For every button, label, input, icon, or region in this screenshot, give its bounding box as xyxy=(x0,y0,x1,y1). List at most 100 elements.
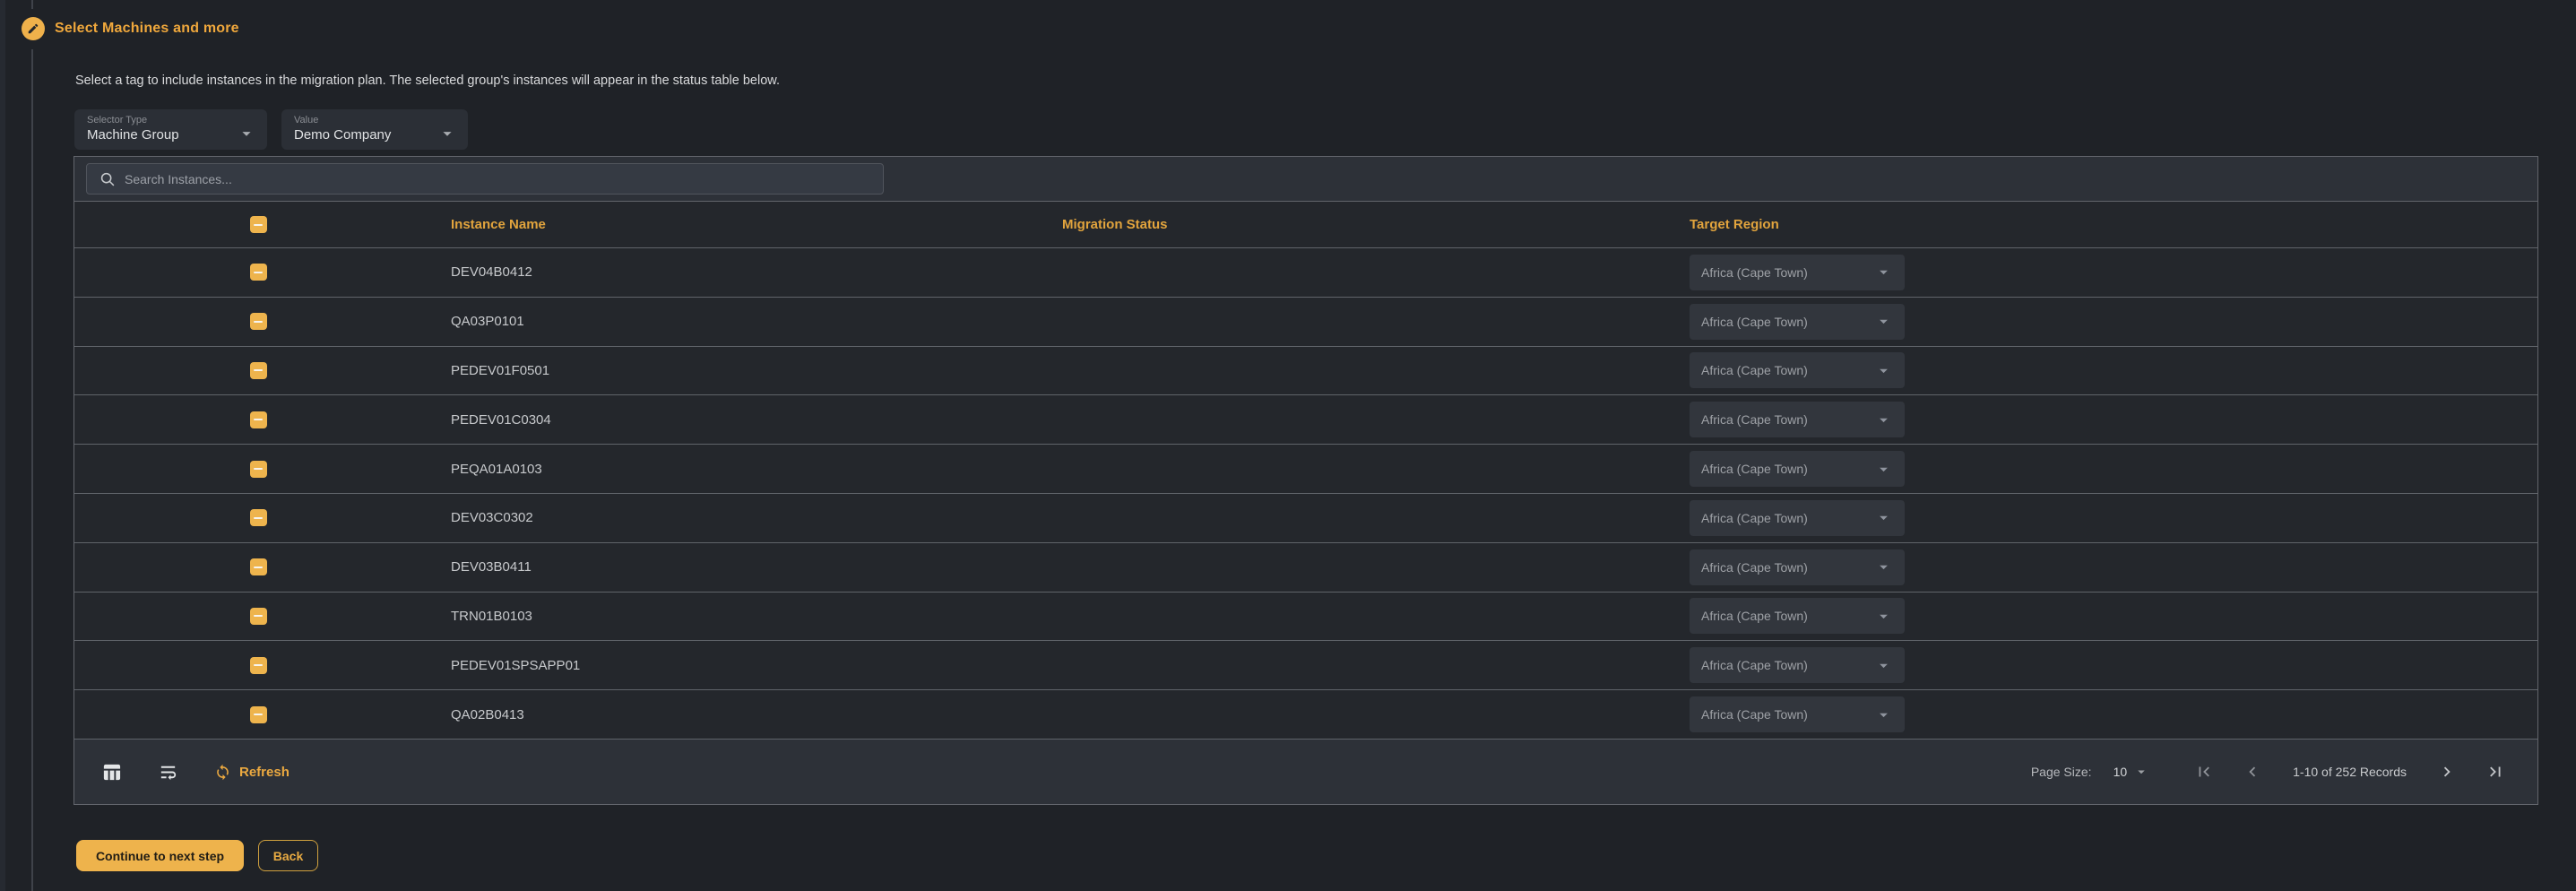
wrap-text-button[interactable] xyxy=(158,762,178,783)
target-region-select[interactable]: Africa (Cape Town) xyxy=(1690,549,1905,585)
grid-body: DEV04B0412 Africa (Cape Town) QA03P0101 … xyxy=(74,248,2537,740)
row-checkbox[interactable] xyxy=(250,264,267,281)
search-input[interactable] xyxy=(116,172,883,186)
instance-name-cell: DEV03C0302 xyxy=(442,510,1053,525)
page-size-select[interactable]: 10 xyxy=(2114,764,2150,780)
table-row: DEV04B0412 Africa (Cape Town) xyxy=(74,248,2537,298)
column-header-target-region[interactable]: Target Region xyxy=(1681,217,2537,232)
instance-name-cell: DEV04B0412 xyxy=(442,264,1053,280)
indeterminate-dash-icon xyxy=(254,419,263,420)
search-box xyxy=(86,163,884,195)
instance-name-cell: PEDEV01C0304 xyxy=(442,412,1053,428)
select-all-checkbox[interactable] xyxy=(250,216,267,233)
row-checkbox[interactable] xyxy=(250,313,267,330)
continue-button[interactable]: Continue to next step xyxy=(76,840,244,871)
pencil-icon xyxy=(27,22,39,35)
row-checkbox[interactable] xyxy=(250,608,267,625)
instance-name-cell: QA02B0413 xyxy=(442,707,1053,722)
indeterminate-dash-icon xyxy=(254,224,263,226)
target-region-select[interactable]: Africa (Cape Town) xyxy=(1690,402,1905,437)
table-row: QA03P0101 Africa (Cape Town) xyxy=(74,298,2537,347)
target-region-select[interactable]: Africa (Cape Town) xyxy=(1690,304,1905,340)
instance-name-cell: PEDEV01SPSAPP01 xyxy=(442,658,1053,673)
row-checkbox[interactable] xyxy=(250,657,267,674)
row-checkbox[interactable] xyxy=(250,706,267,723)
wrap-text-icon xyxy=(158,762,178,783)
target-region-select[interactable]: Africa (Cape Town) xyxy=(1690,647,1905,683)
instance-name-cell: DEV03B0411 xyxy=(442,559,1053,575)
target-region-select[interactable]: Africa (Cape Town) xyxy=(1690,598,1905,634)
target-region-select[interactable]: Africa (Cape Town) xyxy=(1690,255,1905,290)
indeterminate-dash-icon xyxy=(254,272,263,273)
target-region-value: Africa (Cape Town) xyxy=(1701,265,1874,280)
target-region-select[interactable]: Africa (Cape Town) xyxy=(1690,352,1905,388)
indeterminate-dash-icon xyxy=(254,468,263,470)
selector-type-value: Machine Group xyxy=(87,127,255,143)
grid-search-toolbar xyxy=(74,157,2537,202)
row-checkbox[interactable] xyxy=(250,362,267,379)
chevron-down-icon xyxy=(1874,411,1893,429)
previous-page-button[interactable] xyxy=(2243,762,2262,782)
grid-footer-right: Page Size: 10 1-10 of 252 Records xyxy=(2031,762,2505,782)
instance-name-cell: PEQA01A0103 xyxy=(442,462,1053,477)
column-header-instance-name[interactable]: Instance Name xyxy=(442,217,1053,232)
refresh-icon xyxy=(214,764,231,781)
grid-header-row: Instance Name Migration Status Target Re… xyxy=(74,202,2537,248)
last-page-icon xyxy=(2485,762,2505,782)
table-row: QA02B0413 Africa (Cape Town) xyxy=(74,690,2537,740)
target-region-value: Africa (Cape Town) xyxy=(1701,462,1874,476)
chevron-down-icon xyxy=(437,124,457,143)
selector-type-label: Selector Type xyxy=(87,115,255,125)
table-row: DEV03C0302 Africa (Cape Town) xyxy=(74,494,2537,543)
target-region-select[interactable]: Africa (Cape Town) xyxy=(1690,696,1905,732)
value-value: Demo Company xyxy=(294,127,455,143)
chevron-down-icon xyxy=(1874,508,1893,527)
target-region-value: Africa (Cape Town) xyxy=(1701,560,1874,575)
row-checkbox[interactable] xyxy=(250,411,267,428)
chevron-down-icon xyxy=(1874,263,1893,281)
next-page-button[interactable] xyxy=(2437,762,2457,782)
last-page-button[interactable] xyxy=(2485,762,2505,782)
row-checkbox[interactable] xyxy=(250,558,267,575)
chevron-down-icon xyxy=(1874,361,1893,380)
refresh-button[interactable]: Refresh xyxy=(214,764,290,781)
row-checkbox[interactable] xyxy=(250,509,267,526)
table-row: DEV03B0411 Africa (Cape Town) xyxy=(74,543,2537,593)
chevron-right-icon xyxy=(2437,762,2457,782)
chevron-down-icon xyxy=(1874,558,1893,576)
indeterminate-dash-icon xyxy=(254,615,263,617)
table-row: PEDEV01F0501 Africa (Cape Town) xyxy=(74,347,2537,396)
indeterminate-dash-icon xyxy=(254,714,263,715)
target-region-value: Africa (Cape Town) xyxy=(1701,315,1874,329)
table-row: PEQA01A0103 Africa (Cape Town) xyxy=(74,445,2537,494)
row-checkbox[interactable] xyxy=(250,461,267,478)
step-edit-badge xyxy=(22,17,45,40)
instance-name-cell: PEDEV01F0501 xyxy=(442,363,1053,378)
selector-type-select[interactable]: Selector Type Machine Group xyxy=(74,109,267,150)
first-page-icon xyxy=(2194,762,2214,782)
target-region-value: Africa (Cape Town) xyxy=(1701,511,1874,525)
table-row: TRN01B0103 Africa (Cape Town) xyxy=(74,593,2537,642)
first-page-button[interactable] xyxy=(2194,762,2214,782)
target-region-select[interactable]: Africa (Cape Town) xyxy=(1690,451,1905,487)
records-range-label: 1-10 of 252 Records xyxy=(2291,765,2408,779)
chevron-left-icon xyxy=(2243,762,2262,782)
back-button[interactable]: Back xyxy=(258,840,318,871)
target-region-value: Africa (Cape Town) xyxy=(1701,707,1874,722)
step-title: Select Machines and more xyxy=(55,21,239,37)
left-edge-strip xyxy=(0,0,5,891)
refresh-label: Refresh xyxy=(239,765,290,780)
target-region-select[interactable]: Africa (Cape Town) xyxy=(1690,500,1905,536)
instance-name-cell: TRN01B0103 xyxy=(442,609,1053,624)
value-select[interactable]: Value Demo Company xyxy=(281,109,468,150)
value-label: Value xyxy=(294,115,455,125)
column-chooser-button[interactable] xyxy=(101,762,122,783)
chevron-down-icon xyxy=(1874,656,1893,675)
instance-name-cell: QA03P0101 xyxy=(442,314,1053,329)
indeterminate-dash-icon xyxy=(254,517,263,519)
search-icon xyxy=(99,171,116,187)
chevron-down-icon xyxy=(1874,705,1893,724)
chevron-down-icon xyxy=(1874,607,1893,626)
step-description: Select a tag to include instances in the… xyxy=(75,74,780,88)
column-header-migration-status[interactable]: Migration Status xyxy=(1053,217,1681,232)
